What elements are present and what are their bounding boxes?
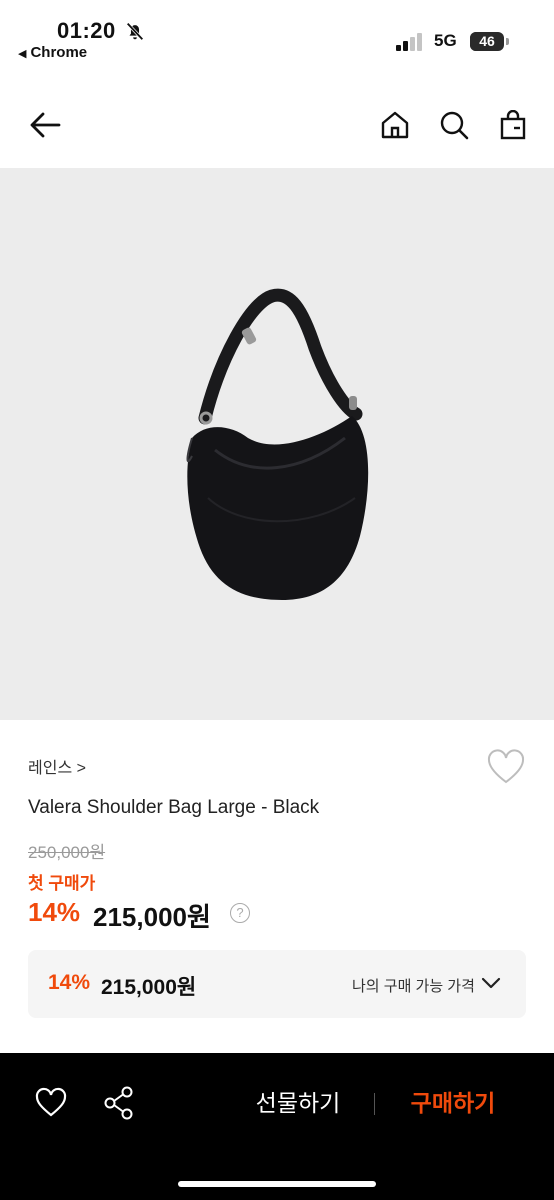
gift-button[interactable]: 선물하기 — [240, 1087, 356, 1119]
bell-off-icon — [126, 22, 144, 41]
box-price: 215,000원 — [101, 976, 197, 999]
app-header — [0, 86, 554, 166]
buy-button[interactable]: 구매하기 — [395, 1087, 511, 1119]
bottom-action-bar: 선물하기 구매하기 — [0, 1053, 554, 1200]
back-button[interactable] — [28, 108, 62, 142]
product-name: Valera Shoulder Bag Large - Black — [28, 797, 320, 818]
heart-outline-icon — [35, 1087, 67, 1117]
product-image[interactable] — [0, 168, 554, 720]
status-bar: 01:20 ◀ Chrome 5G 46 — [0, 0, 554, 70]
discount-percent: 14% — [28, 897, 81, 927]
home-icon — [381, 111, 409, 139]
price-help-icon[interactable]: ? — [230, 903, 250, 923]
shoulder-bag-image — [186, 288, 369, 600]
search-icon — [440, 111, 469, 140]
shopping-bag-icon — [500, 110, 526, 140]
cellular-signal-icon — [396, 33, 422, 51]
network-type: 5G — [434, 31, 457, 50]
back-triangle-icon: ◀ — [18, 48, 27, 60]
arrow-left-icon — [30, 112, 61, 138]
original-price: 250,000원 — [28, 843, 106, 862]
bottom-wishlist-button[interactable] — [35, 1087, 67, 1119]
box-discount-percent: 14% — [48, 971, 91, 994]
first-purchase-label: 첫 구매가 — [28, 874, 96, 893]
wishlist-button[interactable] — [486, 748, 526, 788]
brand-link[interactable]: 레인스 > — [28, 754, 86, 778]
search-button[interactable] — [437, 108, 471, 142]
status-time: 01:20 — [57, 18, 116, 43]
share-button[interactable] — [103, 1085, 135, 1121]
heart-outline-icon — [487, 749, 525, 784]
chevron-down-icon — [481, 977, 501, 989]
home-button[interactable] — [378, 108, 412, 142]
cart-button[interactable] — [496, 108, 530, 142]
back-to-app-link[interactable]: ◀ Chrome — [18, 44, 87, 61]
bottom-divider — [374, 1093, 375, 1115]
share-icon — [104, 1086, 133, 1120]
home-indicator — [178, 1181, 376, 1187]
battery-indicator: 46 — [470, 32, 510, 51]
my-price-box[interactable]: 14% 215,000원 나의 구매 가능 가격 — [28, 950, 526, 1018]
battery-level: 46 — [479, 33, 495, 49]
battery-nub — [506, 38, 509, 45]
sale-price: 215,000원 — [93, 902, 211, 932]
back-app-label: Chrome — [30, 44, 88, 61]
my-price-label: 나의 구매 가능 가격 — [352, 978, 475, 995]
